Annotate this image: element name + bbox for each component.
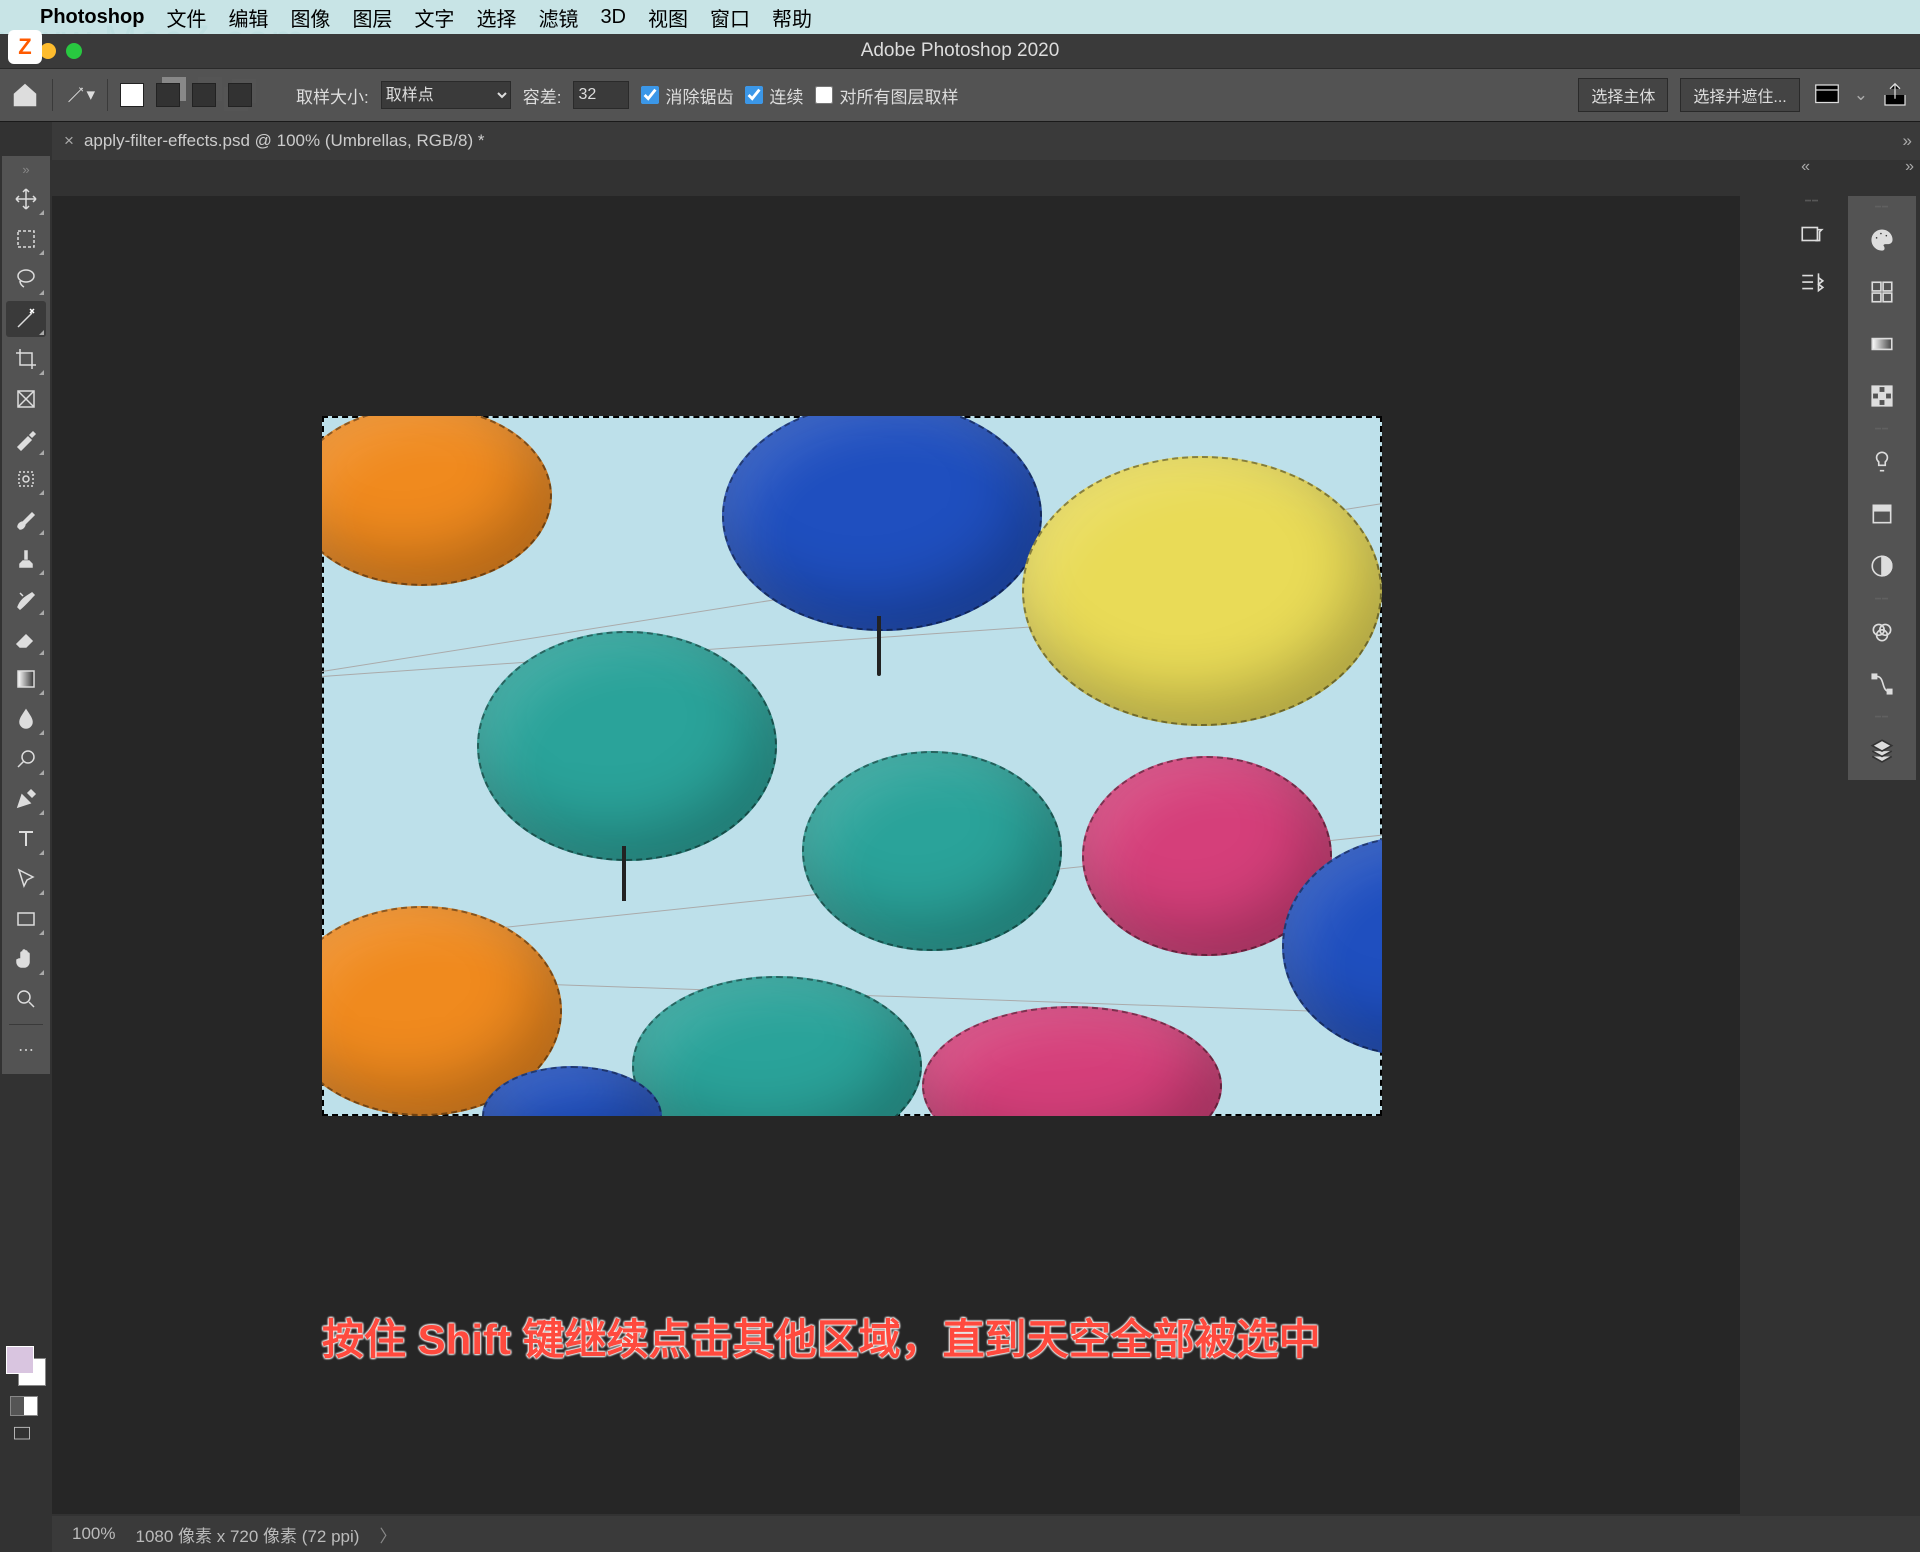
tab-collapse-icon[interactable]: »	[1903, 131, 1912, 151]
edit-toolbar-button[interactable]: ⋯	[6, 1032, 46, 1068]
menu-edit[interactable]: 编辑	[228, 3, 268, 32]
status-menu-icon[interactable]: 〉	[379, 1522, 396, 1547]
marquee-tool[interactable]	[6, 221, 46, 257]
window-title: Adobe Photoshop 2020	[861, 40, 1060, 62]
dodge-tool[interactable]	[6, 741, 46, 777]
menu-filter[interactable]: 滤镜	[538, 3, 578, 32]
umbrella	[632, 976, 922, 1116]
eraser-tool[interactable]	[6, 621, 46, 657]
document-tab-title[interactable]: apply-filter-effects.psd @ 100% (Umbrell…	[84, 131, 485, 151]
tab-close-icon[interactable]: ×	[64, 131, 74, 151]
right-panel-strip: ┅┅ ┅┅ ┅┅ ┅┅	[1848, 196, 1916, 780]
select-subject-button[interactable]: 选择主体	[1578, 78, 1668, 112]
umbrella	[922, 1006, 1222, 1116]
zoom-window-button[interactable]	[66, 43, 82, 59]
clone-stamp-tool[interactable]	[6, 541, 46, 577]
home-icon[interactable]	[10, 80, 40, 110]
menu-layer[interactable]: 图层	[352, 3, 392, 32]
menu-view[interactable]: 视图	[648, 3, 688, 32]
tolerance-input[interactable]	[573, 81, 629, 109]
minimize-window-button[interactable]	[40, 43, 56, 59]
crop-tool[interactable]	[6, 341, 46, 377]
selection-new-icon[interactable]	[120, 83, 144, 107]
hand-tool[interactable]	[6, 941, 46, 977]
paths-panel-icon[interactable]	[1848, 660, 1916, 708]
status-bar: 100% 1080 像素 x 720 像素 (72 ppi) 〉	[52, 1516, 1920, 1552]
tolerance-label: 容差:	[523, 83, 562, 108]
blur-tool[interactable]	[6, 701, 46, 737]
app-menu[interactable]: Photoshop	[40, 6, 144, 29]
menu-window[interactable]: 窗口	[710, 3, 750, 32]
macz-logo-icon: Z	[8, 30, 42, 64]
menu-3d[interactable]: 3D	[600, 6, 626, 29]
document-canvas[interactable]	[322, 416, 1382, 1116]
frame-tool[interactable]	[6, 381, 46, 417]
contiguous-checkbox[interactable]: 连续	[745, 83, 803, 108]
sample-size-select[interactable]: 取样点	[381, 81, 511, 109]
canvas-area[interactable]: 按住 Shift 键继续点击其他区域，直到天空全部被选中	[52, 196, 1740, 1514]
libraries-panel-icon[interactable]	[1848, 490, 1916, 538]
menu-help[interactable]: 帮助	[772, 3, 812, 32]
history-brush-tool[interactable]	[6, 581, 46, 617]
path-select-tool[interactable]	[6, 861, 46, 897]
all-layers-checkbox[interactable]: 对所有图层取样	[815, 83, 958, 108]
anti-alias-checkbox[interactable]: 消除锯齿	[641, 83, 733, 108]
tool-preset-wand-icon[interactable]: ▾	[65, 80, 95, 110]
menu-type[interactable]: 文字	[414, 3, 454, 32]
sample-size-label: 取样大小:	[296, 83, 369, 108]
selection-subtract-icon[interactable]	[192, 83, 216, 107]
brush-tool[interactable]	[6, 501, 46, 537]
patterns-panel-icon[interactable]	[1848, 372, 1916, 420]
magic-wand-tool[interactable]	[6, 301, 46, 337]
gradient-tool[interactable]	[6, 661, 46, 697]
channels-panel-icon[interactable]	[1848, 608, 1916, 656]
color-panel-icon[interactable]	[1848, 216, 1916, 264]
lasso-tool[interactable]	[6, 261, 46, 297]
share-icon[interactable]	[1880, 80, 1910, 110]
umbrella	[722, 416, 1042, 631]
doc-dimensions[interactable]: 1080 像素 x 720 像素 (72 ppi)	[135, 1522, 359, 1547]
selection-intersect-icon[interactable]	[228, 83, 252, 107]
foreground-color[interactable]	[6, 1346, 34, 1374]
healing-brush-tool[interactable]	[6, 461, 46, 497]
options-bar: ▾ 取样大小: 取样点 容差: 消除锯齿 连续 对所有图层取样 选择主体 选择并…	[0, 68, 1920, 122]
properties-panel-icon[interactable]	[1848, 438, 1916, 486]
screen-mode-button[interactable]	[10, 1424, 34, 1449]
umbrella	[322, 416, 552, 586]
eyedropper-tool[interactable]	[6, 421, 46, 457]
menu-file[interactable]: 文件	[166, 3, 206, 32]
workspace-switcher-icon[interactable]	[1812, 80, 1842, 110]
adjustments-panel-icon[interactable]	[1848, 542, 1916, 590]
instruction-overlay-text: 按住 Shift 键继续点击其他区域，直到天空全部被选中	[322, 1306, 1321, 1367]
menu-select[interactable]: 选择	[476, 3, 516, 32]
tools-panel: » ⋯	[2, 156, 50, 1074]
panel-collapse-icon[interactable]: »	[1905, 158, 1914, 176]
dock-collapse-icon[interactable]: «	[1801, 158, 1810, 176]
rectangle-tool[interactable]	[6, 901, 46, 937]
zoom-level[interactable]: 100%	[72, 1524, 115, 1544]
window-titlebar: Adobe Photoshop 2020	[0, 34, 1920, 68]
zoom-tool[interactable]	[6, 981, 46, 1017]
selection-add-icon[interactable]	[156, 83, 180, 107]
color-swatches[interactable]	[6, 1346, 46, 1386]
umbrella	[802, 751, 1062, 951]
select-and-mask-button[interactable]: 选择并遮住...	[1680, 78, 1799, 112]
umbrella	[1022, 456, 1382, 726]
quick-mask-toggle[interactable]	[10, 1396, 38, 1416]
gradients-panel-icon[interactable]	[1848, 320, 1916, 368]
pen-tool[interactable]	[6, 781, 46, 817]
menu-image[interactable]: 图像	[290, 3, 330, 32]
layers-panel-icon[interactable]	[1848, 726, 1916, 774]
right-dock-narrow: ┅┅	[1786, 196, 1838, 302]
history-panel-icon[interactable]	[1786, 214, 1838, 254]
move-tool[interactable]	[6, 181, 46, 217]
document-tab-bar: × apply-filter-effects.psd @ 100% (Umbre…	[52, 122, 1920, 160]
swatches-panel-icon[interactable]	[1848, 268, 1916, 316]
actions-panel-icon[interactable]	[1786, 262, 1838, 302]
type-tool[interactable]	[6, 821, 46, 857]
umbrella	[477, 631, 777, 861]
mac-menubar: Photoshop 文件 编辑 图像 图层 文字 选择 滤镜 3D 视图 窗口 …	[0, 0, 1920, 34]
